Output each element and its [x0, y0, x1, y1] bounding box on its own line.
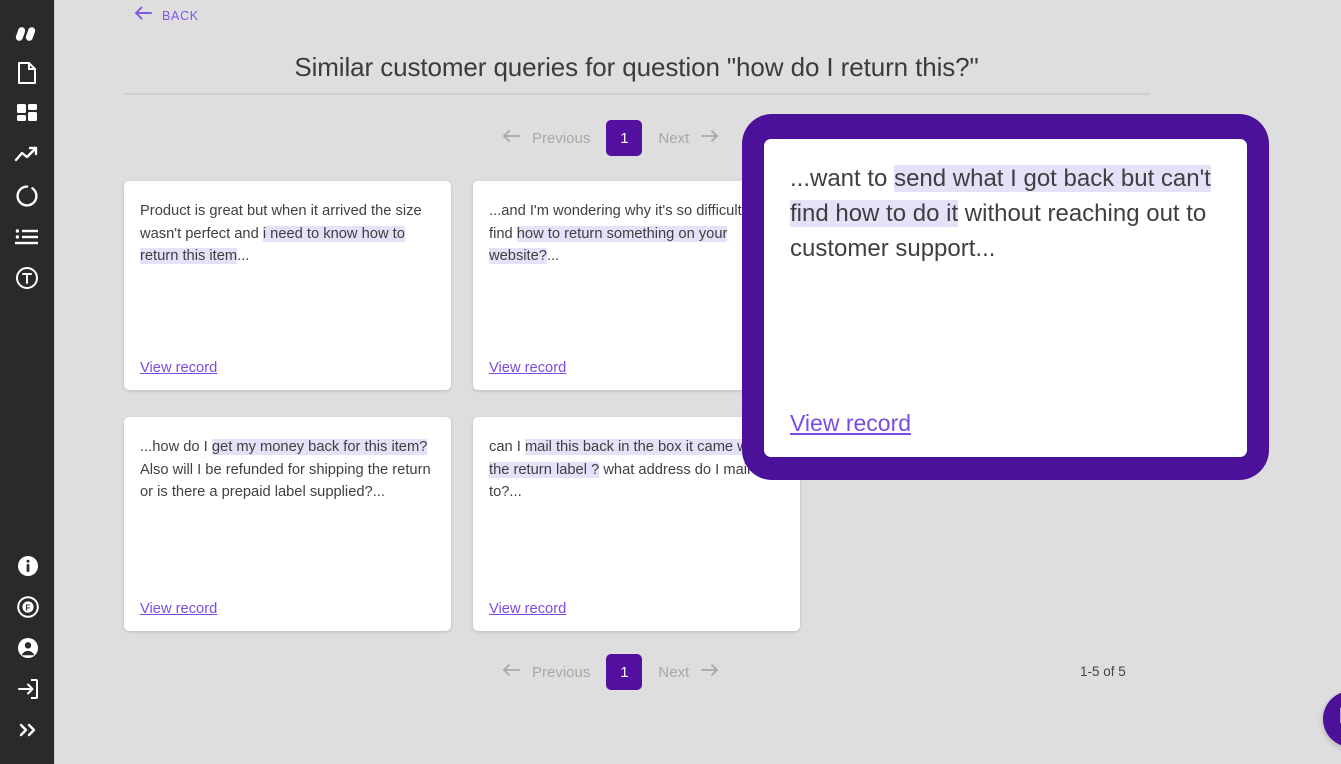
sidebar-item-info[interactable] — [0, 545, 55, 586]
next-button-bottom[interactable]: Next — [646, 663, 731, 681]
plain-text: can I — [489, 439, 525, 455]
chat-launcher-button[interactable] — [1323, 691, 1341, 747]
view-record-link[interactable]: View record — [489, 360, 566, 376]
query-card-text: Product is great but when it arrived the… — [140, 200, 435, 268]
view-record-link[interactable]: View record — [140, 360, 217, 376]
previous-label: Previous — [532, 663, 591, 681]
query-card[interactable]: Product is great but when it arrived the… — [124, 181, 451, 390]
next-button-top[interactable]: Next — [646, 129, 731, 147]
previous-label: Previous — [532, 129, 591, 147]
dashboard-grid-icon — [15, 102, 39, 126]
sidebar-item-trends[interactable] — [0, 134, 55, 175]
feedback-circle-icon: F — [16, 595, 40, 619]
arrow-right-icon — [700, 663, 719, 681]
list-icon — [15, 228, 39, 246]
app-root: F BACK Similar customer queries for ques… — [0, 0, 1341, 764]
document-icon — [16, 61, 38, 85]
svg-text:F: F — [25, 603, 30, 612]
plain-text: ...want to — [790, 165, 895, 192]
sidebar-top-group — [0, 0, 55, 298]
sidebar-item-reports[interactable] — [0, 175, 55, 216]
plain-text: ...how do I — [140, 439, 212, 455]
zoomed-view-record-link[interactable]: View record — [790, 410, 911, 439]
result-range-label: 1-5 of 5 — [1080, 664, 1126, 679]
sidebar-item-account[interactable] — [0, 627, 55, 668]
pagination-top: Previous 1 Next — [490, 120, 731, 156]
query-card[interactable]: ...how do I get my money back for this i… — [124, 417, 451, 631]
previous-button-bottom[interactable]: Previous — [490, 663, 602, 681]
plain-text: ... — [237, 248, 250, 264]
page-number-1-bottom[interactable]: 1 — [606, 654, 643, 690]
sidebar-item-feedback[interactable]: F — [0, 586, 55, 627]
zoomed-query-card-overlay[interactable]: ...want to send what I got back but can'… — [742, 114, 1269, 480]
page-number-1-top[interactable]: 1 — [606, 120, 643, 156]
next-label: Next — [658, 129, 690, 147]
highlighted-text: how to return something on your website? — [489, 225, 728, 264]
donut-chart-icon — [15, 184, 39, 208]
back-button[interactable]: BACK — [133, 5, 199, 26]
query-card-text: ...and I'm wondering why it's so difficu… — [489, 200, 784, 268]
pagination-bottom: Previous 1 Next — [490, 654, 731, 690]
info-icon — [16, 554, 40, 578]
sidebar-item-logout[interactable] — [0, 668, 55, 709]
expand-chevrons-icon — [16, 721, 40, 739]
arrow-left-icon — [502, 129, 521, 147]
sidebar-item-dashboard[interactable] — [0, 93, 55, 134]
sidebar-item-documents[interactable] — [0, 52, 55, 93]
account-icon — [16, 636, 40, 660]
arrow-right-icon — [700, 129, 719, 147]
sidebar-item-logo[interactable] — [0, 11, 55, 52]
plain-text: ... — [546, 248, 560, 264]
trending-up-icon — [14, 145, 40, 165]
main-content: BACK Similar customer queries for questi… — [55, 0, 1341, 764]
query-card-text: can I mail this back in the box it came … — [489, 436, 784, 504]
sidebar-item-text-analytics[interactable] — [0, 257, 55, 298]
sidebar-bottom-group: F — [0, 545, 55, 764]
sidebar-item-lists[interactable] — [0, 216, 55, 257]
title-divider — [123, 93, 1150, 95]
plain-text: Also will I be refunded for shipping the… — [140, 461, 431, 501]
logo-icon — [13, 18, 41, 46]
chat-bubble-smile-icon — [1337, 703, 1341, 736]
highlighted-text: get my money back for this item? — [211, 439, 428, 455]
logout-icon — [16, 677, 40, 701]
back-label: BACK — [162, 8, 199, 23]
arrow-left-icon — [133, 5, 153, 26]
arrow-left-icon — [502, 663, 521, 681]
next-label: Next — [658, 663, 690, 681]
query-card-text: ...how do I get my money back for this i… — [140, 436, 435, 504]
view-record-link[interactable]: View record — [489, 601, 566, 617]
zoomed-query-card: ...want to send what I got back but can'… — [764, 139, 1247, 457]
view-record-link[interactable]: View record — [140, 601, 217, 617]
sidebar-item-expand-menu[interactable] — [0, 709, 55, 750]
zoomed-query-card-text: ...want to send what I got back but can'… — [790, 161, 1223, 266]
sidebar: F — [0, 0, 55, 764]
previous-button-top[interactable]: Previous — [490, 129, 602, 147]
page-title: Similar customer queries for question "h… — [294, 52, 979, 82]
text-circle-icon — [15, 266, 39, 290]
